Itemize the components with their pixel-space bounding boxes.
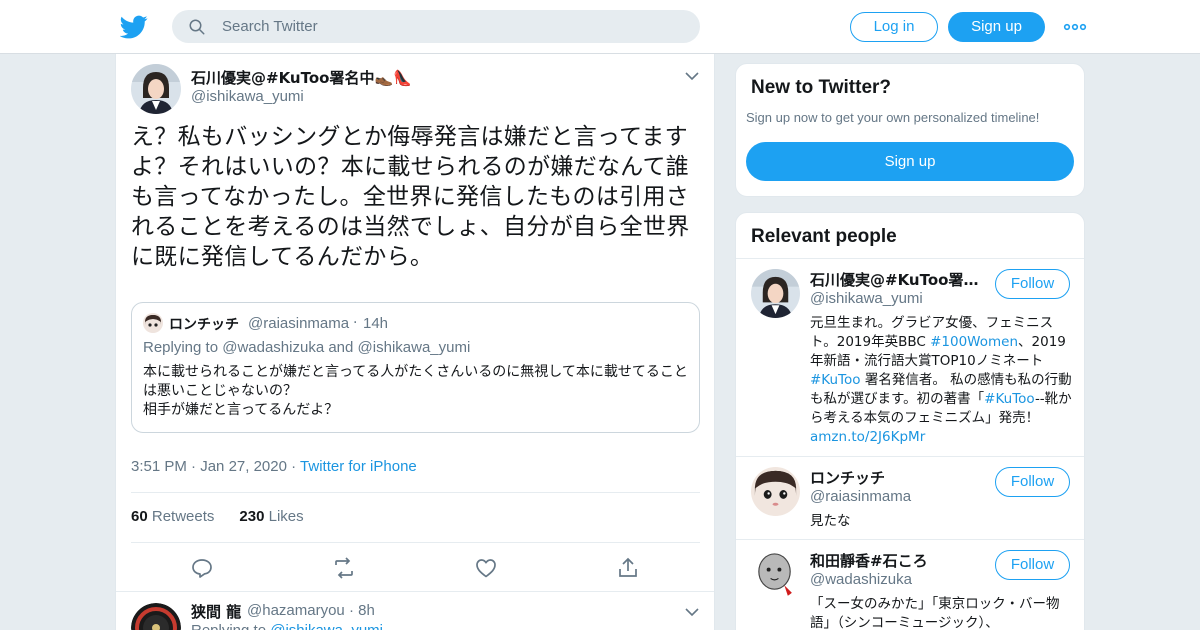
reply-timestamp[interactable]: 8h [358, 602, 375, 619]
quote-author-handle: @raiasinmama [248, 315, 350, 332]
avatar-photo-icon [751, 269, 800, 318]
quote-text: 本に載せられることが嫌だと言ってる人がたくさんいるのに無視して本に載せてることは… [143, 363, 693, 420]
reply-icon[interactable] [190, 556, 214, 580]
quoted-tweet[interactable]: ロンチッチ @raiasinmama · 14h Replying to @wa… [131, 302, 700, 433]
tweet-source-link[interactable]: Twitter for iPhone [300, 458, 417, 475]
follow-button[interactable]: Follow [995, 550, 1070, 580]
person-handle[interactable]: @ishikawa_yumi [810, 290, 923, 307]
mention-link: @ishikawa_yumi [357, 339, 471, 356]
bio-text: 「スー女のみかた」「東京ロック・バー物語」（シンコーミュージック）、 [810, 596, 1060, 630]
person-handle[interactable]: @raiasinmama [810, 488, 911, 505]
login-button[interactable]: Log in [850, 12, 938, 42]
more-options-icon[interactable] [1063, 20, 1087, 34]
person-item[interactable]: ロンチッチ @raiasinmama Follow 見たな [736, 457, 1084, 540]
hashtag-link[interactable]: #100Women [930, 334, 1018, 350]
mention-link: @wadashizuka [222, 339, 325, 356]
person-item[interactable]: 和田靜香#石ころ @wadashizuka Follow 「スー女のみかた」「東… [736, 540, 1084, 630]
relevant-people-card: Relevant people 石川優実@#KuToo署名中👞👠 @ishika… [735, 212, 1085, 630]
tweet-date[interactable]: Jan 27, 2020 [200, 458, 287, 475]
person-bio: 見たな [810, 512, 1072, 531]
tweet-column: 石川優実@#KuToo署名中👞👠 @ishikawa_yumi え？私もバッシン… [115, 54, 715, 630]
avatar-drawing-icon [751, 550, 800, 599]
hashtag-link[interactable]: #KuToo [810, 372, 861, 388]
reply-replying-to: Replying to @ishikawa_yumi [191, 622, 383, 630]
chevron-down-icon[interactable] [684, 70, 700, 82]
replying-to-label: Replying to [191, 622, 266, 630]
like-icon[interactable] [474, 556, 498, 580]
avatar[interactable] [751, 550, 800, 599]
reply-author-name[interactable]: 狭間 龍 [191, 601, 241, 622]
signup-button[interactable]: Sign up [948, 12, 1045, 42]
avatar-photo-icon [131, 64, 181, 114]
quote-author-name: ロンチッチ [169, 317, 239, 333]
person-name[interactable]: 石川優実@#KuToo署名中👞👠 [810, 269, 982, 290]
follow-button[interactable]: Follow [995, 467, 1070, 497]
retweets-label: Retweets [151, 508, 215, 525]
replying-to-label: Replying to [143, 339, 219, 356]
avatar[interactable] [751, 467, 800, 516]
likes-count: 230 [239, 508, 265, 525]
url-link[interactable]: amzn.to/2J6KpMr [810, 429, 925, 445]
avatar[interactable] [751, 269, 800, 318]
author-name[interactable]: 石川優実@#KuToo署名中👞👠 [191, 67, 412, 88]
top-bar: Log in Sign up [0, 0, 1200, 54]
share-icon[interactable] [616, 556, 640, 580]
person-bio: 元旦生まれ。グラビア女優、フェミニスト。2019年英BBC #100Women、… [810, 314, 1072, 447]
separator-dot: · [291, 458, 301, 475]
search-input[interactable] [222, 10, 682, 43]
divider [131, 492, 700, 493]
new-to-twitter-card: New to Twitter? Sign up now to get your … [735, 63, 1085, 197]
tweet-meta: 3:51 PM · Jan 27, 2020 · Twitter for iPh… [131, 458, 417, 475]
card-title: Relevant people [751, 226, 897, 247]
person-name[interactable]: ロンチッチ [810, 467, 982, 488]
likes-label: Likes [268, 508, 304, 525]
tweet-text: え？私もバッシングとか侮辱発言は嫌だと言ってますよ？それはいいの？本に載せられる… [131, 124, 690, 270]
divider [131, 542, 700, 543]
avatar-photo-icon [751, 467, 800, 516]
chevron-down-icon[interactable] [684, 606, 700, 618]
person-handle[interactable]: @wadashizuka [810, 571, 912, 588]
avatar[interactable] [131, 603, 181, 630]
signup-button[interactable]: Sign up [746, 142, 1074, 181]
avatar[interactable] [131, 64, 181, 114]
tweet-time[interactable]: 3:51 PM [131, 458, 187, 475]
avatar [143, 313, 163, 333]
twitter-bird-icon[interactable] [120, 13, 148, 41]
retweets-count: 60 [131, 508, 148, 525]
search-box[interactable] [172, 10, 700, 43]
separator-dot: · [191, 458, 201, 475]
card-subtitle: Sign up now to get your own personalized… [746, 110, 1040, 125]
person-item[interactable]: 石川優実@#KuToo署名中👞👠 @ishikawa_yumi Follow 元… [736, 259, 1084, 457]
quote-timestamp: 14h [363, 315, 389, 332]
separator-dot: · [353, 315, 358, 331]
tweet-stats: 60 Retweets 230 Likes [131, 508, 304, 525]
and-label: and [328, 339, 354, 356]
reply-tweet[interactable]: 狭間 龍 @hazamaryou · 8h Replying to @ishik… [116, 591, 714, 630]
separator-dot: · [348, 602, 359, 619]
bio-text: 見たな [810, 513, 851, 529]
card-title: New to Twitter? [751, 77, 892, 98]
retweets-stat[interactable]: 60 Retweets [131, 508, 214, 525]
retweet-icon[interactable] [332, 556, 356, 580]
mention-link[interactable]: @ishikawa_yumi [270, 622, 383, 630]
quote-text-line: 本に載せられることが嫌だと言ってる人がたくさんいるのに無視して本に載せてることは… [143, 364, 688, 399]
avatar-logo-icon [131, 603, 181, 630]
likes-stat[interactable]: 230 Likes [239, 508, 303, 525]
person-name[interactable]: 和田靜香#石ころ [810, 550, 982, 571]
quote-text-line: 相手が嫌だと言ってるんだよ？ [143, 402, 339, 418]
reply-author-meta: @hazamaryou · 8h [247, 602, 375, 619]
avatar-photo-icon [143, 313, 163, 333]
search-icon [189, 19, 205, 35]
follow-button[interactable]: Follow [995, 269, 1070, 299]
hashtag-link[interactable]: #KuToo [984, 391, 1035, 407]
author-handle[interactable]: @ishikawa_yumi [191, 88, 304, 105]
reply-author-handle[interactable]: @hazamaryou [247, 602, 345, 619]
quote-replying-to: Replying to @wadashizuka and @ishikawa_y… [143, 339, 470, 356]
person-bio: 「スー女のみかた」「東京ロック・バー物語」（シンコーミュージック）、 [810, 595, 1072, 630]
